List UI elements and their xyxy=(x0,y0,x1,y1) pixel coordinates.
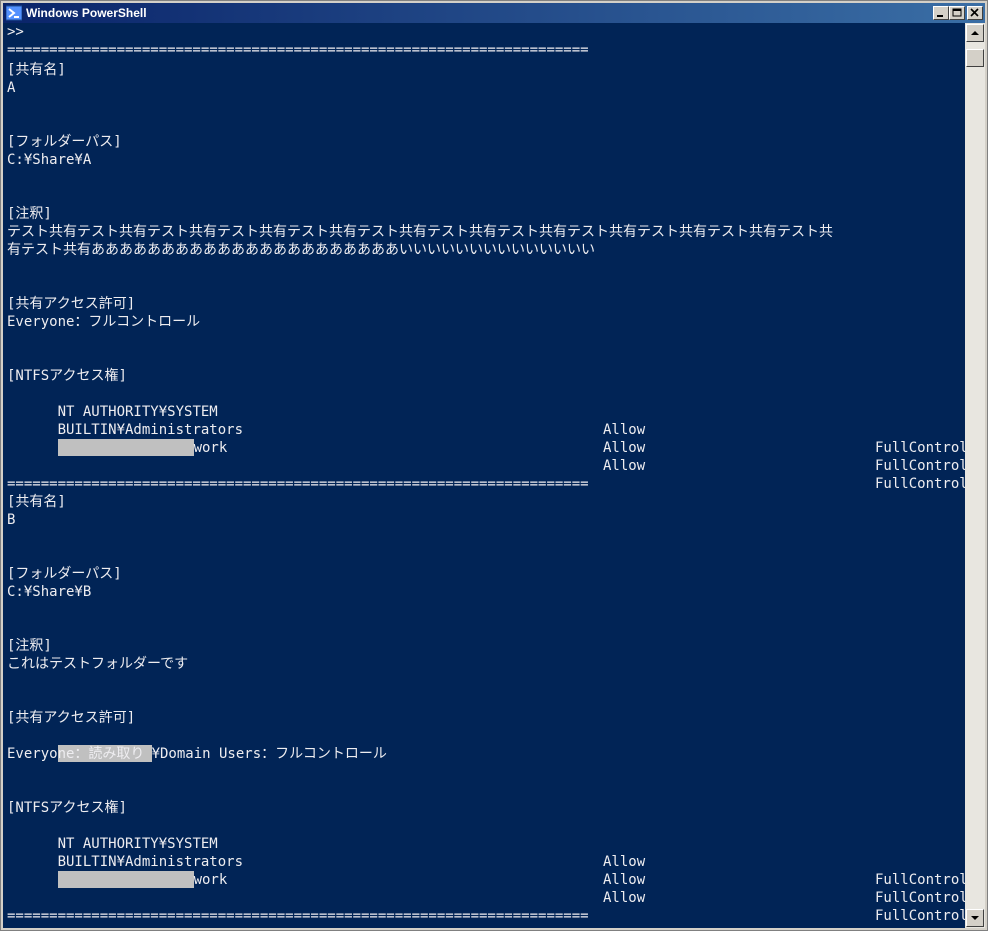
comment-line: これはテストフォルダーです xyxy=(7,656,189,672)
share-access-entry: Everyone：フルコントロール xyxy=(7,314,201,330)
maximize-icon xyxy=(952,8,962,17)
ntfs-type: Allow xyxy=(603,872,646,888)
ntfs-identity: work xyxy=(193,440,228,456)
ntfs-row: NT AUTHORITY¥SYSTEM Allow FullControl xyxy=(7,385,965,456)
share-name-value: B xyxy=(7,512,16,528)
share-access-entry: Everyone：読み取り xyxy=(7,746,145,762)
console-output[interactable]: >> =====================================… xyxy=(3,23,965,928)
title-bar[interactable]: Windows PowerShell xyxy=(3,3,985,23)
label-ntfs-access: [NTFSアクセス権] xyxy=(7,368,127,384)
ntfs-rights: FullControl xyxy=(875,440,965,456)
folder-path-value: C:¥Share¥A xyxy=(7,152,92,168)
separator: ========================================… xyxy=(7,42,589,58)
scroll-down-button[interactable] xyxy=(966,909,984,927)
ntfs-rights: FullControl xyxy=(875,872,965,888)
vertical-scrollbar[interactable] xyxy=(965,23,985,928)
label-share-access: [共有アクセス許可] xyxy=(7,710,136,726)
redacted-block xyxy=(57,439,194,456)
ntfs-row: NT AUTHORITY¥SYSTEM Allow FullControl xyxy=(7,817,965,888)
label-share-name: [共有名] xyxy=(7,62,66,78)
minimize-icon xyxy=(937,15,943,17)
share-access-text: ¥Domain Users：フルコントロール xyxy=(151,746,387,762)
ntfs-row: work Allow FullControl xyxy=(7,421,965,492)
powershell-icon xyxy=(5,5,23,21)
label-folder-path: [フォルダーパス] xyxy=(7,134,122,150)
arrow-up-icon xyxy=(971,31,979,35)
scroll-thumb[interactable] xyxy=(966,49,984,67)
redacted-block xyxy=(57,871,194,888)
prompt: >> xyxy=(7,24,24,40)
scroll-up-button[interactable] xyxy=(966,24,984,42)
share-name-value: A xyxy=(7,80,16,96)
comment-line: テスト共有テスト共有テスト共有テスト共有テスト共有テスト共有テスト共有テスト共有… xyxy=(7,224,833,240)
ntfs-row: BUILTIN¥Administrators Allow FullControl xyxy=(7,835,965,906)
ntfs-row: BUILTIN¥Administrators Allow FullControl xyxy=(7,403,965,474)
ntfs-rights: FullControl xyxy=(875,908,965,924)
ntfs-type: Allow xyxy=(603,890,646,906)
minimize-button[interactable] xyxy=(933,6,949,20)
maximize-button[interactable] xyxy=(949,6,965,20)
ntfs-rights: FullControl xyxy=(875,458,965,474)
folder-path-value: C:¥Share¥B xyxy=(7,584,92,600)
ntfs-type: Allow xyxy=(603,440,646,456)
label-folder-path: [フォルダーパス] xyxy=(7,566,122,582)
label-share-access: [共有アクセス許可] xyxy=(7,296,136,312)
ntfs-rights: FullControl xyxy=(875,890,965,906)
close-icon xyxy=(970,8,979,17)
comment-line: 有テスト共有ああああああああああああああああああああああいいいいいいいいいいいい… xyxy=(7,242,595,258)
share-access-entry: ¥Domain Users：フルコントロール xyxy=(7,727,387,762)
ntfs-rights: FullControl xyxy=(875,476,965,492)
label-comment: [注釈] xyxy=(7,206,52,222)
label-comment: [注釈] xyxy=(7,638,52,654)
powershell-window: Windows PowerShell >> ==================… xyxy=(0,0,988,931)
arrow-down-icon xyxy=(971,916,979,920)
close-button[interactable] xyxy=(967,6,983,20)
separator: ========================================… xyxy=(7,908,589,924)
ntfs-identity: work xyxy=(193,872,228,888)
ntfs-type: Allow xyxy=(603,458,646,474)
ntfs-row: work Allow FullControl xyxy=(7,853,965,924)
label-ntfs-access: [NTFSアクセス権] xyxy=(7,800,127,816)
separator: ========================================… xyxy=(7,476,589,492)
window-title: Windows PowerShell xyxy=(26,6,147,20)
label-share-name: [共有名] xyxy=(7,494,66,510)
